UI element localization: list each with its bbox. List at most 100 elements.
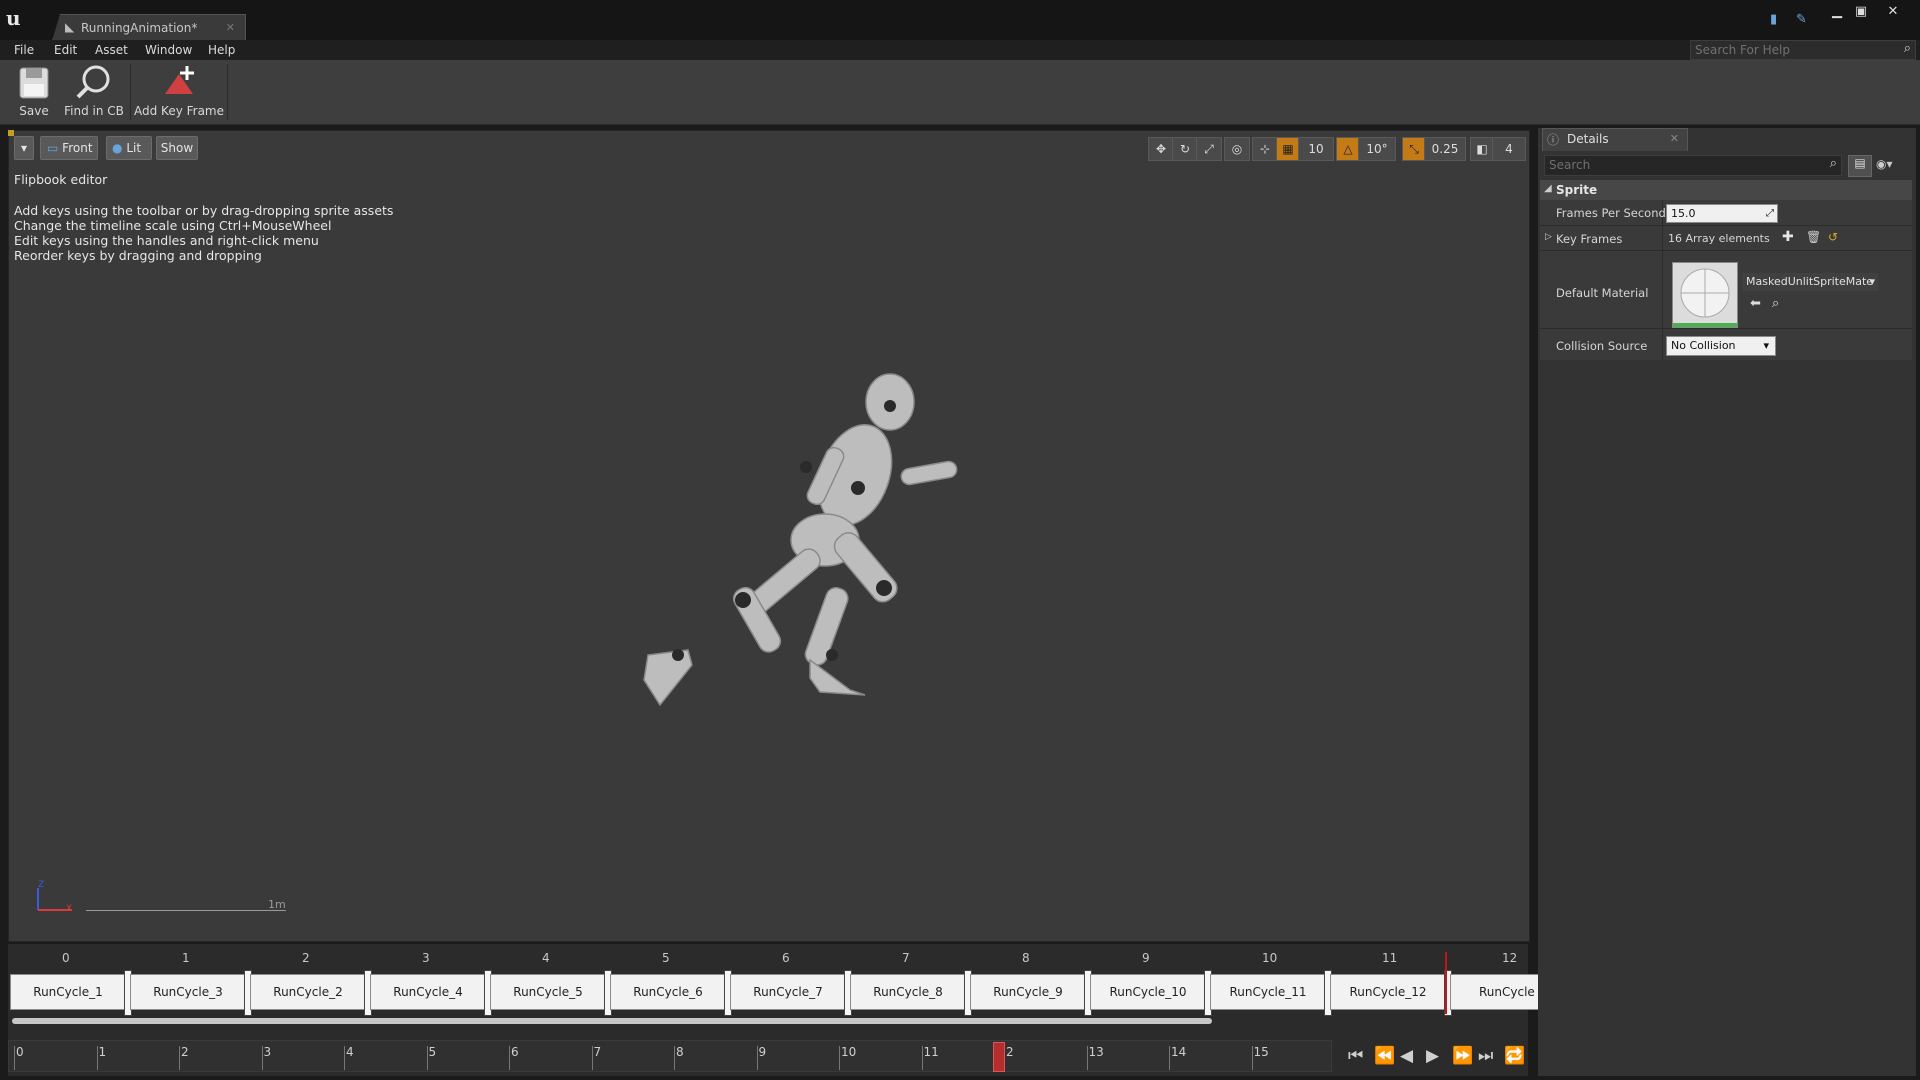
material-value: MaskedUnlitSpriteMate <box>1746 275 1874 288</box>
minimize-icon[interactable]: ▁ <box>1826 4 1848 20</box>
key-frame-box[interactable]: RunCycle_9 <box>970 974 1086 1010</box>
fps-input[interactable]: 15.0 ⤢ <box>1666 204 1778 223</box>
show-button[interactable]: Show <box>156 136 198 160</box>
row-separator <box>1540 225 1912 226</box>
use-selected-asset-icon[interactable]: ⬅ <box>1750 296 1761 311</box>
flipbook-info-line: Add keys using the toolbar or by drag-dr… <box>14 203 394 218</box>
close-icon[interactable]: ✕ <box>1882 4 1904 20</box>
material-thumbnail[interactable] <box>1672 262 1738 328</box>
tab-details[interactable]: ⓘ Details ✕ <box>1542 128 1688 151</box>
running-mannequin-sprite[interactable] <box>600 360 1000 720</box>
menu-edit[interactable]: Edit <box>54 43 77 57</box>
add-element-icon[interactable]: ✚ <box>1782 229 1794 245</box>
scrub-playhead[interactable] <box>993 1042 1005 1072</box>
tab-close-icon[interactable]: ✕ <box>1670 132 1679 145</box>
scrub-tick-line <box>179 1046 180 1070</box>
property-matrix-icon[interactable]: ▤ <box>1848 155 1872 177</box>
expand-icon: ⤢ <box>1766 208 1774 219</box>
reset-to-default-icon[interactable]: ↺ <box>1828 230 1838 244</box>
add-key-frame-icon <box>165 66 194 94</box>
menu-window[interactable]: Window <box>145 43 192 57</box>
playhead[interactable] <box>1445 952 1447 1014</box>
maximize-icon[interactable]: ▣ <box>1850 4 1872 20</box>
skip-to-end-icon[interactable]: ⏭ <box>1478 1046 1493 1066</box>
key-frame-box[interactable]: RunCycle_12 <box>1330 974 1446 1010</box>
view-mode-button[interactable]: ▭ Front <box>40 136 98 160</box>
timeline-scrollbar[interactable] <box>12 1018 1212 1024</box>
feedback-icon[interactable]: ▮ <box>1770 12 1777 27</box>
expand-arrow-icon[interactable]: ▷ <box>1545 232 1552 242</box>
save-icon <box>19 67 49 99</box>
find-in-cb-button[interactable]: Find in CB <box>62 62 126 122</box>
chevron-down-icon: ▾ <box>1763 339 1769 352</box>
frame-index-label: 7 <box>902 951 910 965</box>
browse-asset-icon[interactable]: ⌕ <box>1772 296 1779 311</box>
scale-snap-value[interactable]: 0.25 <box>1424 137 1466 161</box>
scale-label: 1m <box>268 898 286 911</box>
step-forward-icon[interactable]: ⏩ <box>1452 1046 1473 1066</box>
info-icon: ⓘ <box>1547 133 1560 147</box>
key-frame-box[interactable]: RunCycle_11 <box>1210 974 1326 1010</box>
scrub-bar[interactable] <box>8 1040 1332 1072</box>
help-search-input[interactable]: Search For Help ⌕ <box>1690 40 1916 60</box>
play-reverse-icon[interactable]: ◀ <box>1400 1046 1413 1066</box>
scrub-tick-line <box>96 1046 98 1070</box>
view-options-icon[interactable]: ◉▾ <box>1876 157 1893 171</box>
rotate-icon[interactable]: ↻ <box>1172 137 1198 161</box>
grid-snap-value[interactable]: 10 <box>1298 137 1334 161</box>
world-space-icon[interactable]: ◎ <box>1224 137 1250 161</box>
save-label: Save <box>19 104 49 118</box>
material-combo[interactable]: MaskedUnlitSpriteMate ▾ <box>1742 273 1878 291</box>
scale-snap-icon[interactable]: ⤡ <box>1402 137 1426 161</box>
save-button[interactable]: Save <box>12 62 56 122</box>
collision-source-select[interactable]: No Collision ▾ <box>1666 336 1776 356</box>
key-frame-box[interactable]: RunCycle_2 <box>250 974 366 1010</box>
scrub-tick-label: 0 <box>16 1045 24 1059</box>
key-frame-box[interactable]: RunCycle_6 <box>610 974 726 1010</box>
news-icon[interactable]: ✎ <box>1796 12 1807 27</box>
scrub-tick-label: 11 <box>923 1045 939 1059</box>
lighting-mode-button[interactable]: ● Lit <box>106 136 152 160</box>
loop-icon[interactable]: 🔁 <box>1504 1046 1525 1066</box>
rotation-snap-icon[interactable]: △ <box>1336 137 1360 161</box>
tab-close-icon[interactable]: ✕ <box>226 21 235 34</box>
grid-snap-icon[interactable]: ▦ <box>1276 137 1300 161</box>
play-icon[interactable]: ▶ <box>1426 1046 1439 1066</box>
surface-snap-icon[interactable]: ⊹ <box>1252 137 1278 161</box>
skip-to-start-icon[interactable]: ⏮ <box>1348 1046 1363 1066</box>
key-frame-box[interactable]: RunCycle_3 <box>130 974 246 1010</box>
frame-index-label: 12 <box>1502 951 1518 965</box>
collision-value: No Collision <box>1671 339 1736 352</box>
scrub-tick-line <box>839 1046 840 1070</box>
add-key-frame-button[interactable]: Add Key Frame <box>134 62 224 122</box>
fps-value: 15.0 <box>1671 207 1696 220</box>
search-icon: ⌕ <box>1829 156 1837 171</box>
frame-index-label: 9 <box>1142 951 1150 965</box>
camera-speed-icon[interactable]: ◧ <box>1470 137 1494 161</box>
camera-speed-value[interactable]: 4 <box>1492 137 1526 161</box>
frame-index-label: 5 <box>662 951 670 965</box>
details-search-input[interactable]: Search ⌕ <box>1544 155 1842 176</box>
translate-icon[interactable]: ✥ <box>1148 137 1174 161</box>
key-frame-box[interactable]: RunCycle_10 <box>1090 974 1206 1010</box>
key-frame-box[interactable]: RunCycle_4 <box>370 974 486 1010</box>
menu-asset[interactable]: Asset <box>95 43 128 57</box>
key-frame-box[interactable]: RunCycle_5 <box>490 974 606 1010</box>
scrub-tick-line <box>344 1046 345 1070</box>
flipbook-info-line: Change the timeline scale using Ctrl+Mou… <box>14 218 332 233</box>
key-frame-box[interactable]: RunCycle_8 <box>850 974 966 1010</box>
delete-icon[interactable]: 🗑 <box>1806 230 1821 244</box>
rotation-snap-value[interactable]: 10° <box>1358 137 1396 161</box>
column-splitter[interactable] <box>1662 200 1663 360</box>
scale-icon[interactable]: ⤢ <box>1196 137 1222 161</box>
menu-help[interactable]: Help <box>208 43 235 57</box>
frame-index-label: 4 <box>542 951 550 965</box>
viewport-options-button[interactable]: ▾ <box>14 136 34 160</box>
row-separator <box>1540 250 1912 251</box>
key-frame-box[interactable]: RunCycle_1 <box>10 974 126 1010</box>
collapse-arrow-icon[interactable]: ◢ <box>1544 183 1552 194</box>
tab-running-animation[interactable]: ◣ RunningAnimation* ✕ <box>52 14 246 41</box>
key-frame-box[interactable]: RunCycle_7 <box>730 974 846 1010</box>
step-back-icon[interactable]: ⏪ <box>1374 1046 1395 1066</box>
menu-file[interactable]: File <box>14 43 34 57</box>
